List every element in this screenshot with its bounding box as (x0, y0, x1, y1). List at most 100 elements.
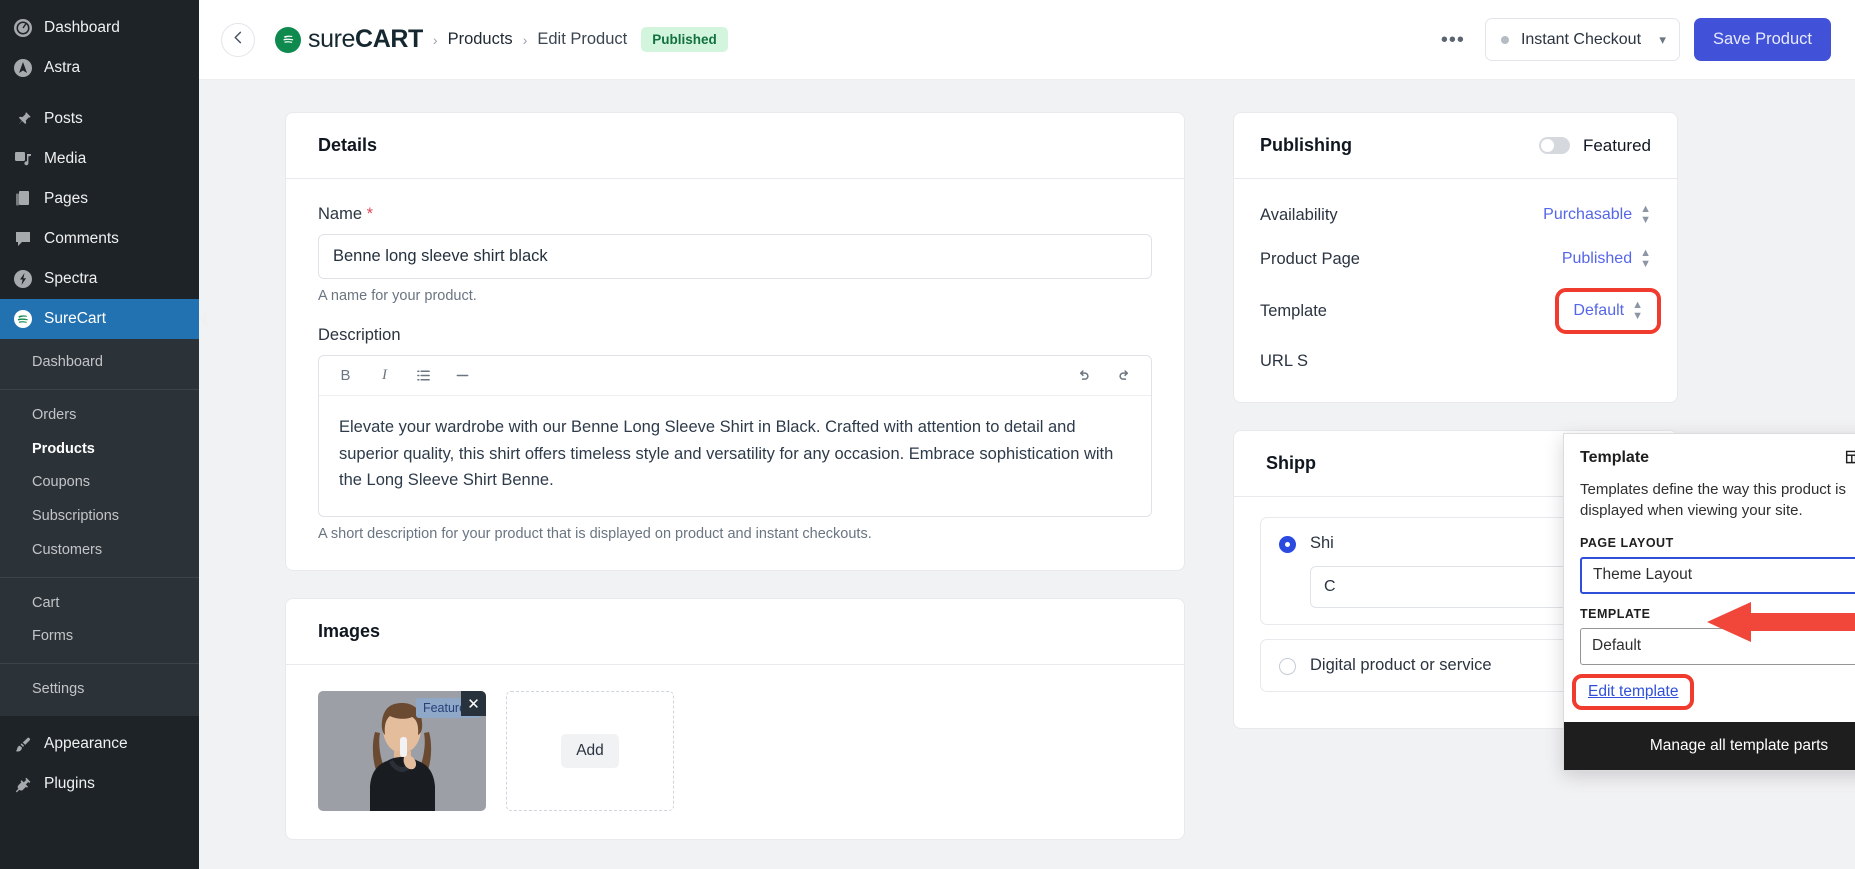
sidebar-item-spectra[interactable]: Spectra (0, 259, 199, 299)
product-page-value-select[interactable]: Published ▲ ▼ (1562, 248, 1651, 270)
media-icon (12, 148, 34, 170)
sidebar-label: Plugins (44, 775, 95, 793)
submenu-item-cart[interactable]: Cart (0, 587, 199, 621)
publishing-row-product-page: Product Page Published ▲ ▼ (1260, 237, 1651, 281)
product-image-thumbnail[interactable]: Featured ✕ (318, 691, 486, 812)
publishing-card-body: Availability Purchasable ▲ ▼ Product Page… (1234, 179, 1677, 402)
checkout-mode-label: Instant Checkout (1520, 30, 1642, 48)
publishing-row-url-slug: URL S (1260, 341, 1651, 382)
publishing-card-header: Publishing Featured (1234, 113, 1677, 179)
details-card-title: Details (318, 135, 378, 155)
sidebar-item-posts[interactable]: Posts (0, 99, 199, 139)
featured-toggle[interactable] (1538, 137, 1570, 154)
submenu-item-products[interactable]: Products (0, 433, 199, 467)
chevron-down-icon: ▾ (1659, 31, 1666, 47)
more-options-icon[interactable]: ••• (1435, 30, 1471, 50)
page-layout-section: PAGE LAYOUT ▾ (1564, 536, 1855, 607)
template-popover-header: Template (1564, 434, 1855, 475)
sidebar-label: Posts (44, 109, 83, 127)
template-popover-title: Template (1580, 448, 1650, 466)
manage-template-parts-button[interactable]: Manage all template parts (1564, 721, 1855, 770)
editor-history-actions (1075, 367, 1133, 384)
template-popover-actions (1844, 448, 1855, 467)
availability-label: Availability (1260, 205, 1338, 224)
publishing-card-title: Publishing (1260, 135, 1352, 155)
submenu-group: Cart Forms (0, 587, 199, 655)
submenu-item-dashboard[interactable]: Dashboard (0, 346, 199, 380)
sidebar-label: Comments (44, 229, 119, 247)
app-header: sureCART › Products › Edit Product Publi… (199, 0, 1855, 80)
bold-icon[interactable]: B (337, 367, 354, 384)
images-card-title: Images (318, 621, 381, 642)
sidebar-item-comments[interactable]: Comments (0, 219, 199, 259)
template-value-select[interactable]: Default ▲ ▼ (1555, 288, 1661, 334)
hr-icon[interactable] (454, 367, 471, 384)
submenu-group: Settings (0, 673, 199, 707)
checkout-mode-select[interactable]: Instant Checkout ▾ (1484, 18, 1680, 61)
sidebar-item-surecart[interactable]: SureCart (0, 299, 199, 339)
availability-value: Purchasable (1543, 206, 1633, 223)
dashboard-icon (12, 17, 34, 39)
physical-option-label: Shi (1310, 534, 1334, 552)
page-layout-select[interactable] (1580, 556, 1855, 594)
save-product-button[interactable]: Save Product (1693, 18, 1831, 61)
submenu-item-coupons[interactable]: Coupons (0, 466, 199, 500)
list-icon[interactable] (415, 367, 432, 384)
submenu-group: Orders Products Coupons Subscriptions Cu… (0, 399, 199, 568)
sidebar-item-media[interactable]: Media (0, 139, 199, 179)
submenu-item-subscriptions[interactable]: Subscriptions (0, 500, 199, 534)
availability-value-select[interactable]: Purchasable ▲ ▼ (1543, 204, 1651, 226)
page-layout-select-wrap: ▾ (1580, 556, 1855, 594)
stepper-icon: ▲ ▼ (1640, 203, 1651, 226)
digital-option-label: Digital product or service (1310, 656, 1492, 674)
status-badge: Published (641, 27, 728, 52)
back-button[interactable] (221, 22, 255, 57)
add-template-icon[interactable] (1844, 448, 1855, 467)
radio-digital[interactable] (1279, 658, 1296, 675)
breadcrumb-separator: › (432, 31, 438, 48)
status-dot-icon (1500, 35, 1509, 44)
description-label: Description (318, 326, 401, 344)
edit-template-link-wrap: Edit template (1564, 673, 1855, 722)
publishing-row-availability: Availability Purchasable ▲ ▼ (1260, 193, 1651, 237)
name-label-text: Name (318, 205, 363, 223)
submenu-item-customers[interactable]: Customers (0, 534, 199, 568)
breadcrumb-edit-product: Edit Product (537, 30, 628, 48)
close-icon[interactable]: ✕ (461, 691, 486, 717)
submenu-item-settings[interactable]: Settings (0, 673, 199, 707)
radio-physical[interactable] (1279, 536, 1296, 553)
sidebar-item-appearance[interactable]: Appearance (0, 725, 199, 765)
submenu-item-orders[interactable]: Orders (0, 399, 199, 433)
surecart-logo[interactable]: sureCART (275, 25, 423, 54)
submenu-item-forms[interactable]: Forms (0, 620, 199, 654)
sidebar-item-dashboard[interactable]: Dashboard (0, 8, 199, 48)
italic-icon[interactable]: I (376, 367, 393, 384)
redo-icon[interactable] (1116, 367, 1133, 384)
sidebar-label: Spectra (44, 269, 98, 287)
sidebar-item-astra[interactable]: Astra (0, 48, 199, 88)
page-layout-label: PAGE LAYOUT (1580, 535, 1674, 550)
featured-toggle-group[interactable]: Featured (1538, 136, 1651, 156)
product-page-label: Product Page (1260, 249, 1360, 268)
sidebar-label: Astra (44, 58, 81, 76)
sidebar-item-plugins[interactable]: Plugins (0, 765, 199, 805)
stepper-icon: ▲ ▼ (1632, 299, 1643, 322)
surecart-submenu: Dashboard Orders Products Coupons Subscr… (0, 339, 199, 716)
sidebar-label: Media (44, 149, 87, 167)
description-text[interactable]: Elevate your wardrobe with our Benne Lon… (319, 396, 1151, 516)
required-marker: * (366, 205, 374, 223)
surecart-icon (12, 308, 34, 330)
add-image-dropzone[interactable]: Add (506, 691, 674, 812)
pages-icon (12, 188, 34, 210)
undo-icon[interactable] (1075, 367, 1092, 384)
edit-template-link[interactable]: Edit template (1588, 683, 1678, 700)
sidebar-item-pages[interactable]: Pages (0, 179, 199, 219)
breadcrumb-products[interactable]: Products (448, 30, 513, 49)
add-image-button[interactable]: Add (561, 734, 619, 769)
product-name-input[interactable] (318, 234, 1152, 279)
submenu-divider-3 (0, 663, 199, 664)
template-value: Default (1573, 302, 1625, 319)
wordpress-admin-sidebar: Dashboard Astra Posts Media Pages Commen… (0, 0, 199, 869)
brush-icon (12, 734, 34, 756)
images-card-header: Images (286, 599, 1184, 666)
